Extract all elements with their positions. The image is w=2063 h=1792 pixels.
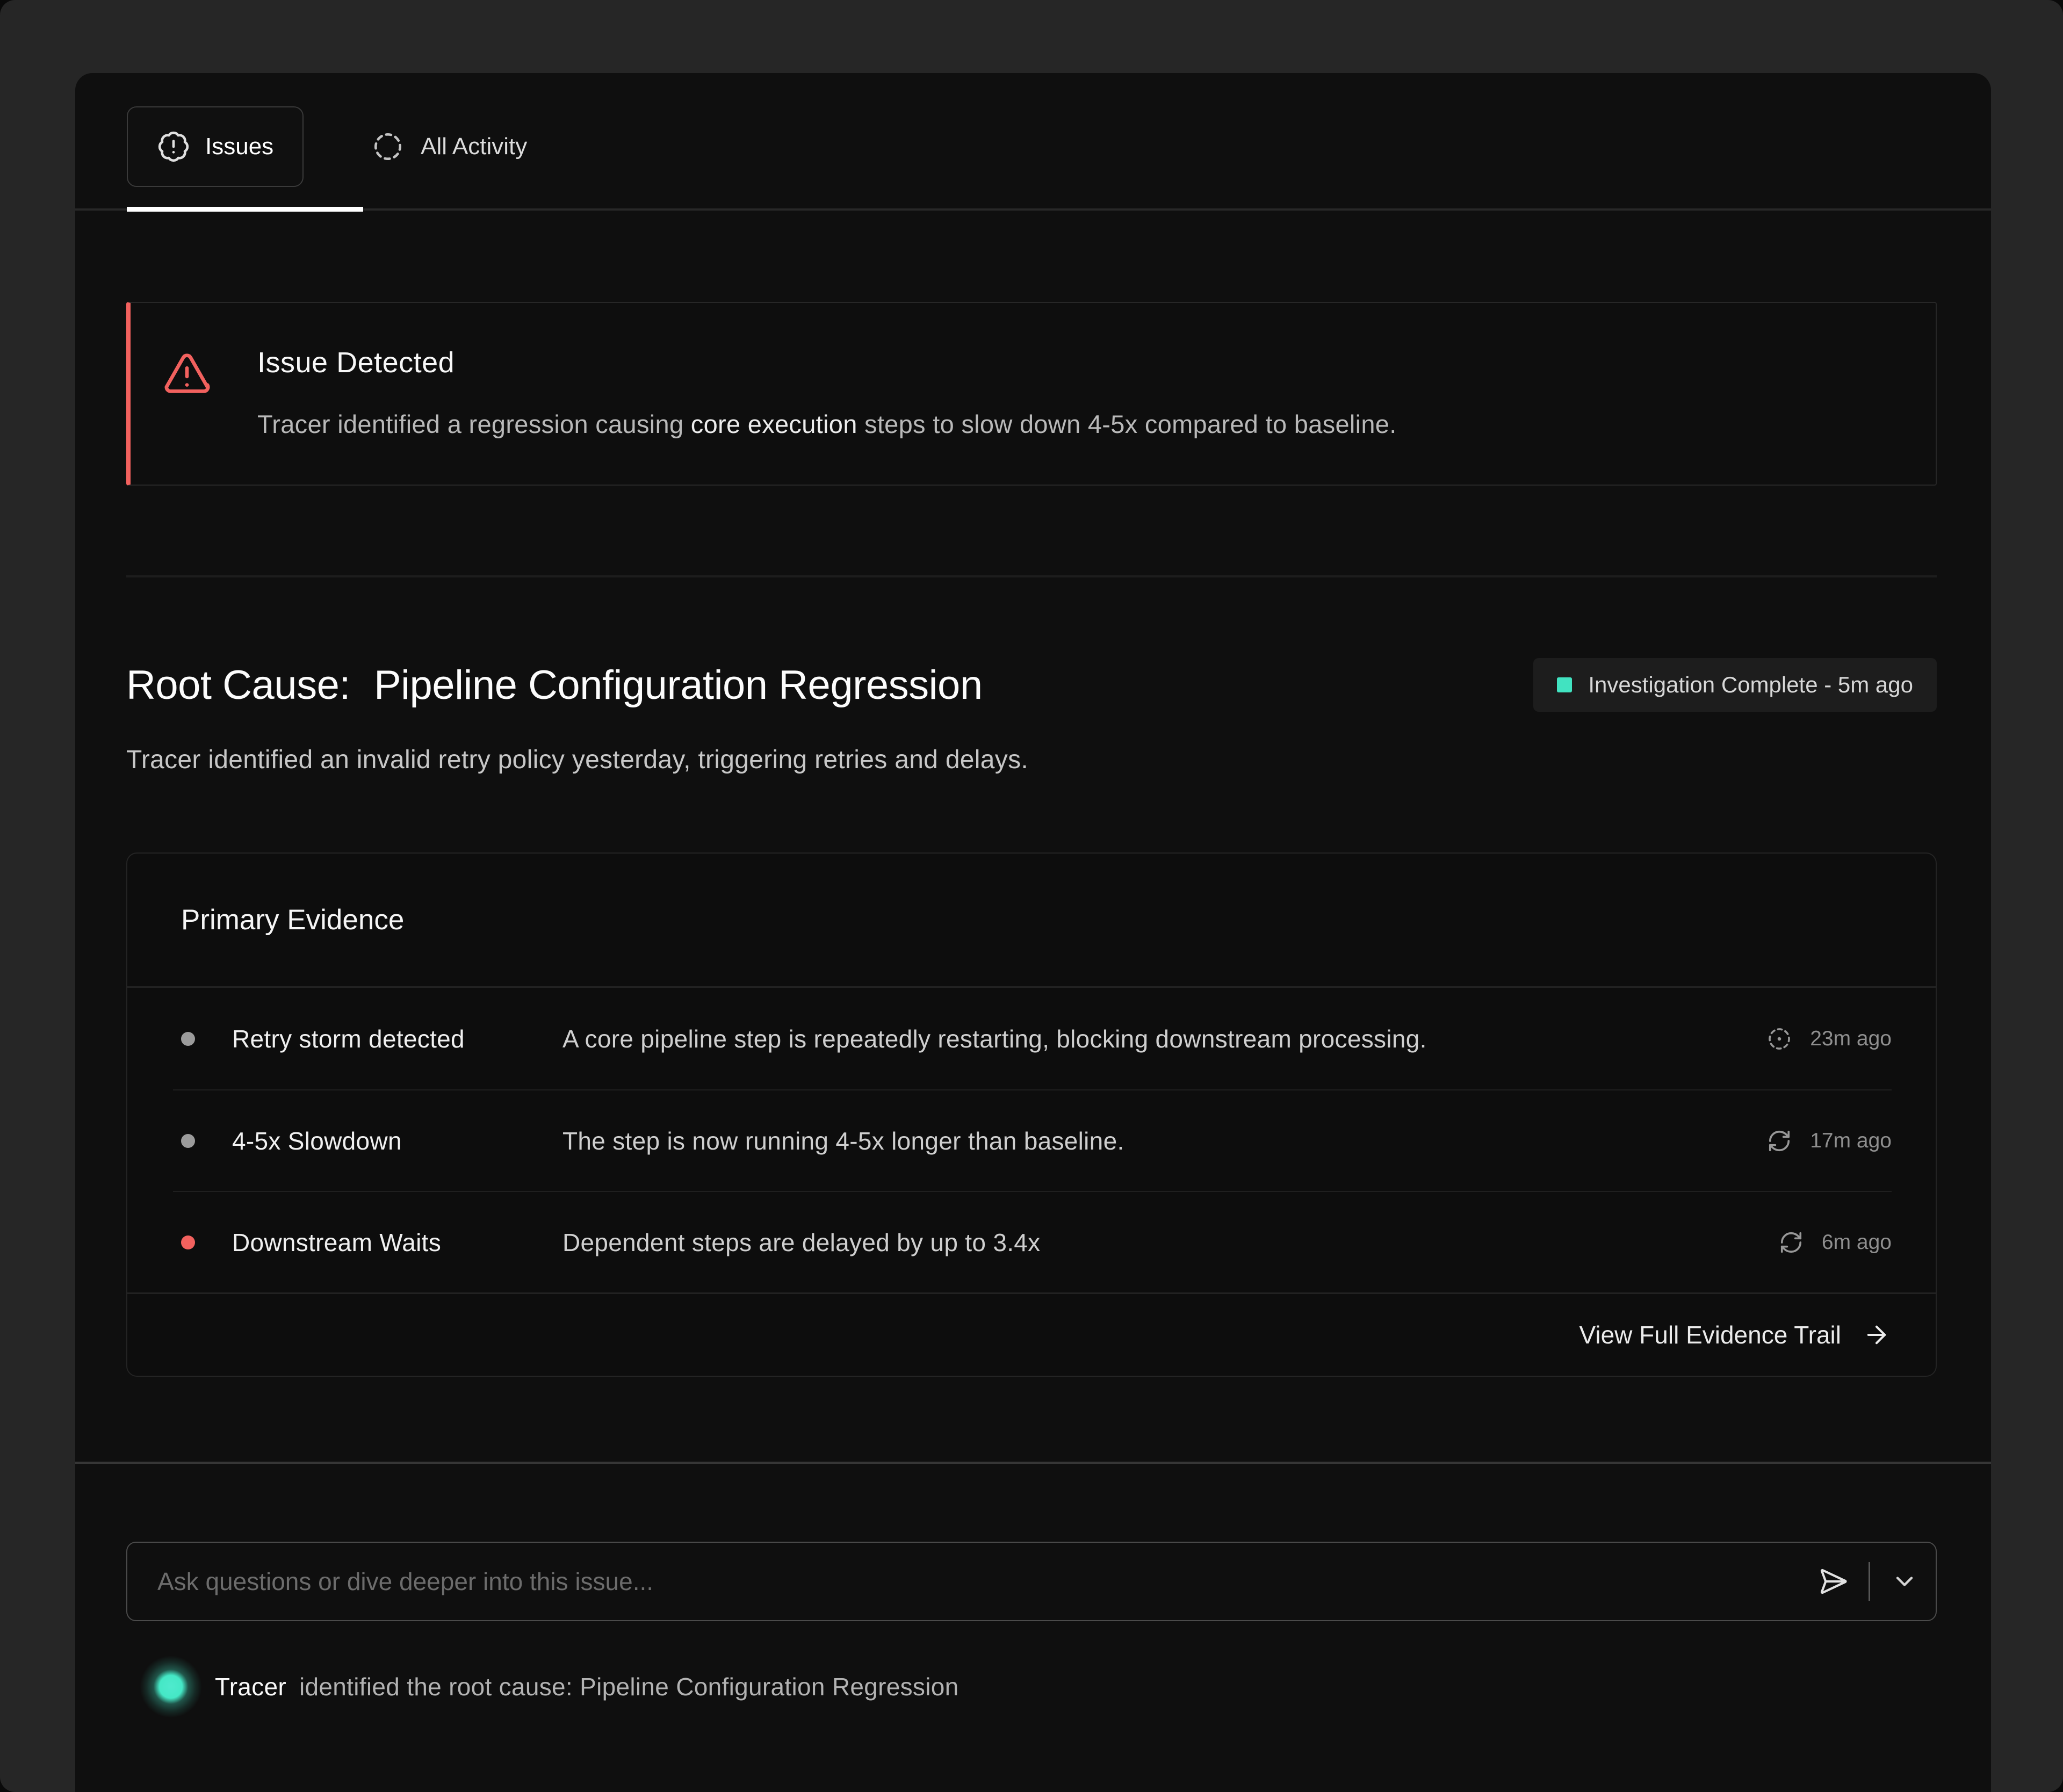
panel-divider [75,1462,1991,1464]
table-row[interactable]: Retry storm detected A core pipeline ste… [173,988,1892,1089]
agent-status-row: Tracer identified the root cause: Pipelin… [126,1654,1937,1719]
agent-message: identified the root cause: Pipeline Conf… [299,1673,959,1701]
status-dot [181,1235,195,1249]
table-row[interactable]: Downstream Waits Dependent steps are del… [173,1191,1892,1292]
refresh-icon [1767,1129,1792,1153]
warning-triangle-icon [162,349,212,400]
table-row[interactable]: 4-5x Slowdown The step is now running 4-… [173,1089,1892,1191]
evidence-timestamp: 17m ago [1810,1129,1892,1153]
evidence-meta: 23m ago [1767,1027,1892,1051]
circle-dashed-icon [372,131,403,162]
main-panel: Issues All Activity [75,73,1991,1792]
tab-issues[interactable]: Issues [127,106,304,187]
tab-bar: Issues All Activity [75,73,1991,211]
evidence-card-title: Primary Evidence [127,854,1936,988]
agent-active-dot-icon [139,1654,203,1719]
chevron-down-button[interactable] [1891,1567,1918,1595]
evidence-rows: Retry storm detected A core pipeline ste… [173,988,1892,1292]
composer [126,1542,1937,1621]
tab-all-activity-label: All Activity [421,133,527,160]
view-evidence-trail-link[interactable]: View Full Evidence Trail [127,1292,1936,1376]
root-cause-subtitle: Tracer identified an invalid retry polic… [126,745,1937,775]
alert-body-highlight: core execution [691,410,857,438]
evidence-meta: 6m ago [1779,1230,1892,1255]
tab-all-activity[interactable]: All Activity [372,106,527,187]
status-dot [181,1032,195,1046]
active-tab-underline [127,207,363,212]
evidence-label: Downstream Waits [232,1228,562,1257]
badge-alert-icon [157,130,190,163]
app-window: Issues All Activity [0,0,2063,1792]
view-evidence-trail-label: View Full Evidence Trail [1579,1320,1841,1349]
arrow-right-icon [1863,1321,1891,1349]
evidence-meta: 17m ago [1767,1129,1892,1153]
evidence-label: 4-5x Slowdown [232,1126,562,1155]
primary-evidence-card: Primary Evidence Retry storm detected A … [126,852,1937,1377]
evidence-description: Dependent steps are delayed by up to 3.4… [562,1228,1779,1257]
agent-status-text: Tracer identified the root cause: Pipelin… [215,1672,959,1701]
alert-title: Issue Detected [257,346,1397,379]
evidence-label: Retry storm detected [232,1024,562,1053]
root-cause-header: Root Cause:Pipeline Configuration Regres… [126,658,1937,712]
issue-alert: Issue Detected Tracer identified a regre… [126,302,1937,486]
section-divider [126,575,1937,577]
status-square-icon [1557,677,1572,692]
composer-divider [1869,1562,1870,1601]
page-title: Root Cause:Pipeline Configuration Regres… [126,662,983,709]
scan-dashed-icon [1767,1027,1792,1051]
status-badge-label: Investigation Complete - 5m ago [1588,672,1913,698]
investigation-status-badge: Investigation Complete - 5m ago [1533,658,1937,712]
evidence-timestamp: 23m ago [1810,1027,1892,1051]
evidence-timestamp: 6m ago [1822,1231,1892,1254]
evidence-description: A core pipeline step is repeatedly resta… [562,1024,1767,1053]
evidence-description: The step is now running 4-5x longer than… [562,1126,1767,1155]
alert-body: Tracer identified a regression causing c… [257,409,1397,439]
tab-issues-label: Issues [205,133,273,160]
refresh-icon [1779,1230,1804,1255]
send-button[interactable] [1818,1566,1848,1596]
agent-name: Tracer [215,1673,286,1701]
alert-text-block: Issue Detected Tracer identified a regre… [257,346,1397,439]
question-input[interactable] [126,1542,1937,1621]
status-dot [181,1134,195,1148]
composer-actions [1818,1542,1918,1621]
